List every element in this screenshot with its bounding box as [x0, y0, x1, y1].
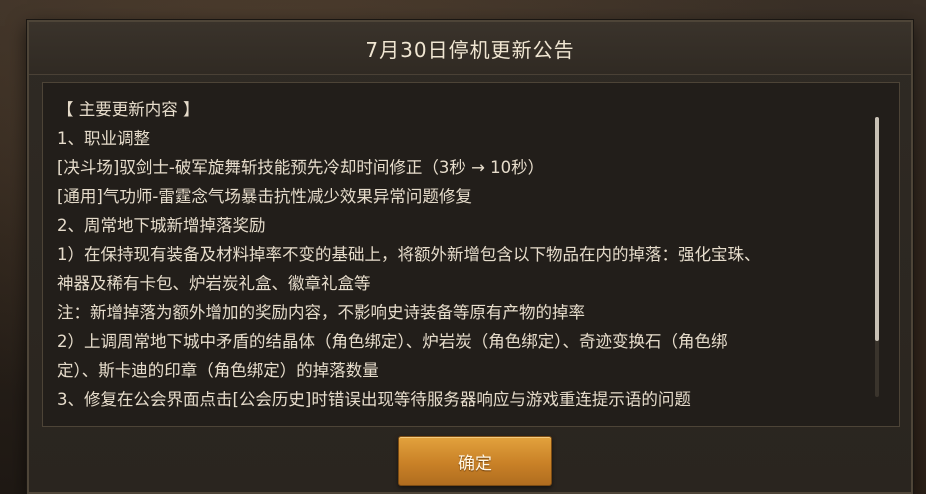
dialog-title: 7月30日停机更新公告: [365, 37, 575, 62]
content-line: 3、修复在公会界面点击[公会历史]时错误出现等待服务器响应与游戏重连提示语的问题: [57, 390, 691, 409]
game-background: 7月30日停机更新公告 【 主要更新内容 】 1、职业调整 [决斗场]驭剑士-破…: [0, 0, 926, 494]
announcement-content-panel[interactable]: 【 主要更新内容 】 1、职业调整 [决斗场]驭剑士-破军旋舞斩技能预先冷却时间…: [42, 82, 900, 427]
content-line: 【 主要更新内容 】: [57, 100, 200, 119]
scrollbar-thumb[interactable]: [875, 117, 879, 341]
content-line: 定）、斯卡迪的印章（角色绑定）的掉落数量: [57, 361, 379, 380]
scrollbar[interactable]: [875, 117, 879, 397]
dialog-header: 7月30日停机更新公告: [29, 22, 911, 75]
announcement-text: 【 主要更新内容 】 1、职业调整 [决斗场]驭剑士-破军旋舞斩技能预先冷却时间…: [57, 95, 877, 414]
content-line: 注：新增掉落为额外增加的奖励内容，不影响史诗装备等原有产物的掉率: [57, 303, 585, 322]
content-line: 2）上调周常地下城中矛盾的结晶体（角色绑定）、炉岩炭（角色绑定）、奇迹变换石（角…: [57, 332, 728, 351]
content-line: 神器及稀有卡包、炉岩炭礼盒、徽章礼盒等: [57, 274, 371, 293]
confirm-button[interactable]: 确定: [398, 436, 552, 486]
content-line: 2、周常地下城新增掉落奖励: [57, 216, 266, 235]
content-line: 1、职业调整: [57, 129, 150, 148]
announcement-dialog: 7月30日停机更新公告 【 主要更新内容 】 1、职业调整 [决斗场]驭剑士-破…: [27, 20, 913, 494]
content-line: [决斗场]驭剑士-破军旋舞斩技能预先冷却时间修正（3秒 → 10秒）: [57, 158, 545, 177]
content-line: [通用]气功师-雷霆念气场暴击抗性减少效果异常问题修复: [57, 187, 472, 206]
content-line: 1）在保持现有装备及材料掉率不变的基础上，将额外新增包含以下物品在内的掉落：强化…: [57, 245, 761, 264]
